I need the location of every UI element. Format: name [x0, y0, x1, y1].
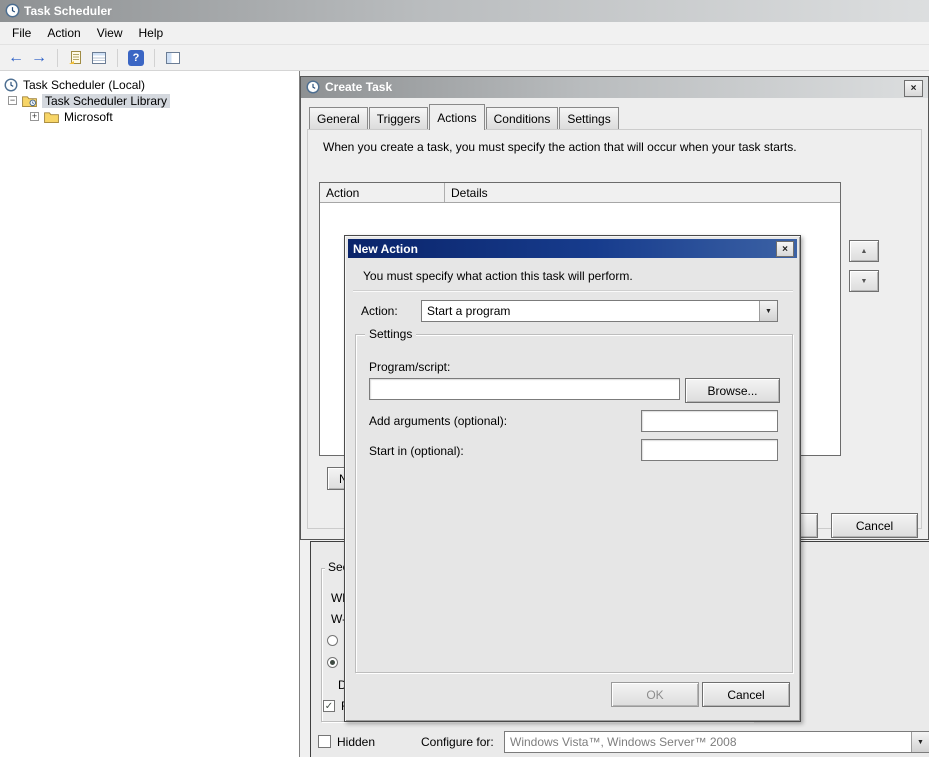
column-details[interactable]: Details — [445, 183, 840, 202]
export-list-icon[interactable] — [68, 50, 84, 66]
move-down-button[interactable]: ▼ — [849, 270, 879, 292]
divider — [353, 290, 793, 292]
new-action-titlebar: New Action × — [348, 239, 797, 258]
clock-icon — [4, 78, 18, 92]
action-value: Start a program — [422, 301, 759, 321]
start-in-label: Start in (optional): — [369, 444, 464, 458]
tree-item-library[interactable]: Task Scheduler Library — [22, 93, 170, 108]
start-in-input[interactable] — [641, 439, 778, 461]
configure-for-combobox[interactable]: Windows Vista™, Windows Server™ 2008 ▼ — [504, 731, 929, 753]
action-combobox[interactable]: Start a program ▼ — [421, 300, 778, 322]
cancel-button[interactable]: Cancel — [831, 513, 918, 538]
add-arguments-input[interactable] — [641, 410, 778, 432]
console-tree: Task Scheduler (Local) − Task Scheduler … — [0, 71, 300, 757]
main-titlebar: Task Scheduler — [0, 0, 929, 22]
browse-button[interactable]: Browse... — [685, 378, 780, 403]
hidden-label: Hidden — [337, 735, 375, 749]
tree-item-root[interactable]: Task Scheduler (Local) — [4, 77, 145, 92]
help-icon[interactable]: ? — [128, 50, 144, 66]
menubar: File Action View Help — [0, 22, 929, 45]
expand-icon[interactable]: + — [30, 112, 39, 121]
back-icon[interactable]: ← — [8, 50, 24, 66]
close-icon[interactable]: × — [904, 80, 923, 97]
toolbar: ← → ? — [0, 45, 929, 71]
chevron-down-icon[interactable]: ▼ — [759, 301, 777, 321]
add-arguments-label: Add arguments (optional): — [369, 414, 507, 428]
forward-icon[interactable]: → — [31, 50, 47, 66]
menu-help[interactable]: Help — [131, 23, 172, 43]
program-script-label: Program/script: — [369, 360, 450, 374]
new-action-title: New Action — [348, 242, 418, 256]
run-when-logged-on-radio[interactable] — [327, 635, 338, 646]
task-scheduler-app: Task Scheduler File Action View Help ← →… — [0, 0, 929, 757]
panes-icon[interactable] — [165, 50, 181, 66]
tab-actions[interactable]: Actions — [429, 104, 484, 130]
toolbar-separator — [154, 49, 155, 67]
menu-view[interactable]: View — [89, 23, 131, 43]
settings-group-label: Settings — [365, 327, 416, 341]
hidden-checkbox[interactable] — [318, 735, 331, 748]
program-script-input[interactable] — [369, 378, 680, 400]
tab-general[interactable]: General — [309, 107, 368, 129]
tree-item-microsoft[interactable]: Microsoft — [44, 109, 113, 124]
actions-instruction: When you create a task, you must specify… — [323, 140, 797, 154]
tab-settings[interactable]: Settings — [559, 107, 618, 129]
tab-conditions[interactable]: Conditions — [486, 107, 559, 129]
column-action[interactable]: Action — [320, 183, 445, 202]
tree-item-label: Microsoft — [64, 110, 113, 124]
action-label: Action: — [361, 304, 398, 318]
folder-clock-icon — [22, 95, 37, 107]
clock-icon — [306, 80, 320, 97]
toolbar-separator — [117, 49, 118, 67]
down-arrow-icon: ▼ — [861, 278, 868, 285]
create-task-tabs: General Triggers Actions Conditions Sett… — [309, 105, 620, 129]
configure-for-value: Windows Vista™, Windows Server™ 2008 — [505, 732, 911, 752]
chevron-down-icon[interactable]: ▼ — [911, 732, 929, 752]
clock-icon — [5, 3, 20, 21]
privileges-checkbox[interactable]: ✓ — [323, 700, 335, 712]
move-up-button[interactable]: ▲ — [849, 240, 879, 262]
configure-for-label: Configure for: — [421, 735, 494, 749]
cancel-button[interactable]: Cancel — [702, 682, 790, 707]
new-action-instruction: You must specify what action this task w… — [363, 269, 633, 283]
new-action-dialog: New Action × You must specify what actio… — [344, 235, 801, 722]
tree-item-label: Task Scheduler (Local) — [23, 78, 145, 92]
run-whether-logged-on-radio[interactable] — [327, 657, 338, 668]
collapse-icon[interactable]: − — [8, 96, 17, 105]
menu-action[interactable]: Action — [39, 23, 88, 43]
tab-triggers[interactable]: Triggers — [369, 107, 429, 129]
tree-item-label: Task Scheduler Library — [42, 94, 170, 108]
actions-table-header: Action Details — [320, 183, 840, 203]
folder-icon — [44, 111, 59, 123]
close-icon[interactable]: × — [776, 241, 794, 257]
toolbar-separator — [57, 49, 58, 67]
up-arrow-icon: ▲ — [861, 248, 868, 255]
main-title: Task Scheduler — [24, 4, 112, 18]
create-task-titlebar: Create Task × — [301, 77, 928, 98]
show-list-icon[interactable] — [91, 50, 107, 66]
ok-button[interactable]: OK — [611, 682, 699, 707]
menu-file[interactable]: File — [4, 23, 39, 43]
create-task-title: Create Task — [325, 80, 392, 94]
